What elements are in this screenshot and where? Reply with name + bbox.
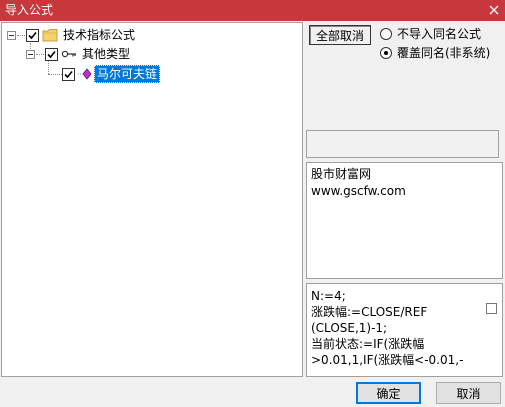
radio-label: 不导入同名公式 [397, 27, 482, 41]
cancel-button[interactable]: 取消 [436, 382, 501, 404]
collapse-toggle[interactable] [7, 30, 16, 40]
ok-button[interactable]: 确定 [356, 382, 421, 404]
info-site-name: 股市财富网 [311, 167, 372, 181]
collapse-toggle[interactable] [26, 49, 35, 59]
close-icon [489, 5, 499, 15]
formula-line: 当前状态:=IF(涨跌幅 [311, 337, 425, 351]
tree-node-item[interactable]: 马尔可夫链 [62, 65, 161, 83]
title-bar: 导入公式 [0, 0, 505, 21]
radio-label: 覆盖同名(非系统) [397, 46, 491, 60]
tree-label-item: 马尔可夫链 [94, 65, 161, 83]
formula-tree[interactable]: 技术指标公式 其他类型 马尔可夫链 [1, 22, 303, 377]
tree-checkbox-root[interactable] [26, 28, 39, 42]
check-mark-icon [47, 50, 56, 58]
folder-icon [42, 28, 59, 42]
tree-label-root: 技术指标公式 [63, 28, 136, 42]
tree-checkbox-item[interactable] [62, 67, 75, 81]
formula-checkbox[interactable] [486, 303, 497, 314]
import-formula-dialog: 导入公式 技术指标公式 其他类型 马尔可夫链 全部取消 不导入同名公式 覆盖同名… [0, 0, 505, 407]
radio-no-import-same[interactable]: 不导入同名公式 [380, 25, 481, 42]
formula-info-panel: 股市财富网 www.gscfw.com [306, 162, 503, 279]
formula-source-panel[interactable]: N:=4; 涨跌幅:=CLOSE/REF (CLOSE,1)-1; 当前状态:=… [306, 283, 503, 377]
check-mark-icon [64, 70, 73, 78]
check-mark-icon [28, 31, 37, 39]
tree-checkbox-group[interactable] [45, 47, 58, 61]
close-button[interactable] [485, 1, 503, 19]
formula-icon [77, 67, 93, 81]
formula-line: 涨跌幅:=CLOSE/REF [311, 305, 428, 319]
status-bar-panel [306, 130, 499, 158]
tree-label-group: 其他类型 [82, 47, 131, 61]
deselect-all-button[interactable]: 全部取消 [309, 25, 371, 45]
window-title: 导入公式 [5, 3, 54, 17]
formula-line: N:=4; [311, 289, 346, 303]
radio-button[interactable] [380, 46, 392, 59]
key-icon [61, 47, 78, 61]
info-site-url: www.gscfw.com [311, 184, 406, 198]
formula-line: (CLOSE,1)-1; [311, 321, 388, 335]
tree-node-root[interactable]: 技术指标公式 [7, 26, 137, 44]
tree-node-group[interactable]: 其他类型 [26, 45, 132, 63]
radio-overwrite-same[interactable]: 覆盖同名(非系统) [380, 44, 490, 61]
formula-line: >0.01,1,IF(涨跌幅<-0.01,- [311, 353, 464, 367]
radio-button[interactable] [380, 27, 392, 40]
